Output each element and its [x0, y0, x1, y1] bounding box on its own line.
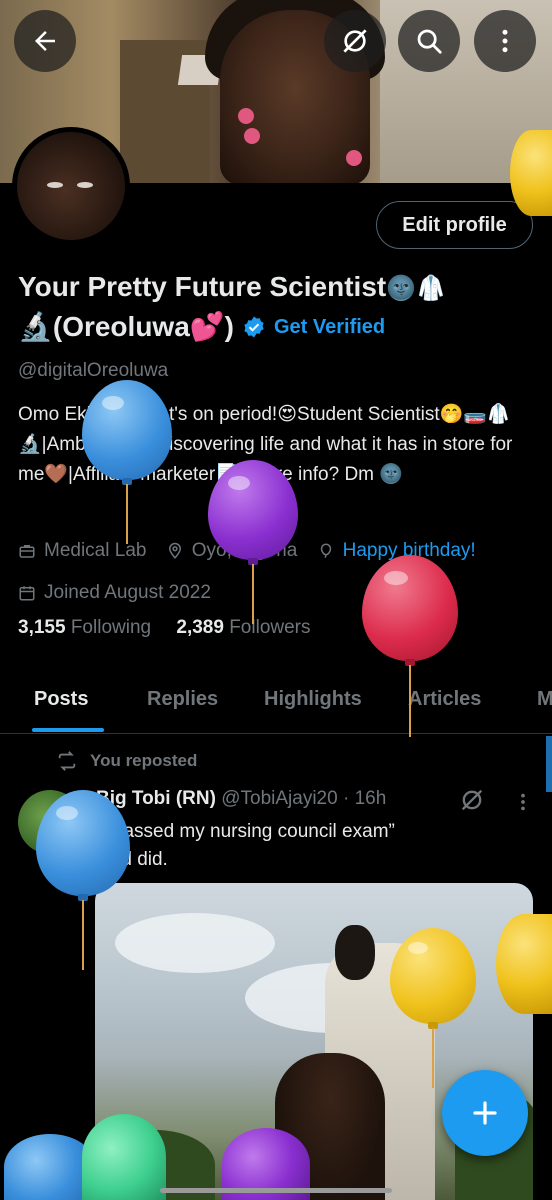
- avatar-photo: [17, 132, 125, 240]
- balloon-body: [362, 555, 458, 661]
- balloon-string: [82, 900, 84, 970]
- balloon-string: [409, 665, 411, 737]
- followers-stat[interactable]: 2,389 Followers: [176, 617, 310, 638]
- scroll-edge: [546, 736, 552, 792]
- balloon-shine: [228, 476, 250, 490]
- repost-indicator: You reposted: [56, 750, 197, 772]
- avatar-eye: [47, 182, 63, 188]
- profession-text: Medical Lab: [44, 540, 147, 561]
- post-text-line: “I passed my nursing council exam”: [96, 821, 395, 842]
- more-vertical-icon: [521, 793, 525, 811]
- post-text: “I passed my nursing council exam” God d…: [96, 818, 516, 874]
- post-text-line: God did.: [96, 849, 168, 870]
- search-button[interactable]: [398, 10, 460, 72]
- slash-circle-icon: [461, 789, 483, 811]
- tab-replies[interactable]: Replies: [147, 688, 218, 711]
- tab-posts[interactable]: Posts: [34, 688, 88, 711]
- display-name: Your Pretty Future Scientist🌚🥼 🔬(Oreoluw…: [18, 268, 518, 346]
- more-button[interactable]: [474, 10, 536, 72]
- following-stat[interactable]: 3,155 Following: [18, 617, 151, 638]
- balloon-body: [208, 460, 298, 560]
- verified-badge-icon: [244, 316, 264, 338]
- compose-button[interactable]: [442, 1070, 528, 1156]
- tab-media[interactable]: M: [537, 688, 552, 711]
- following-count: 3,155: [18, 617, 66, 638]
- more-vertical-icon: [502, 29, 508, 53]
- balloon-string: [432, 1028, 434, 1088]
- followers-count: 2,389: [176, 617, 224, 638]
- profile-handle: @digitalOreoluwa: [18, 360, 169, 381]
- home-indicator[interactable]: [160, 1188, 392, 1193]
- balloon-body: [496, 914, 552, 1014]
- briefcase-icon: [19, 545, 35, 558]
- grok-button[interactable]: [324, 10, 386, 72]
- profile-avatar[interactable]: [12, 127, 130, 245]
- followers-label: Followers: [229, 617, 311, 638]
- post-author-handle[interactable]: @TobiAjayi20: [221, 788, 337, 809]
- get-verified-link[interactable]: Get Verified: [274, 308, 385, 346]
- earring: [244, 128, 260, 144]
- balloon-shine: [408, 942, 428, 954]
- tab-articles[interactable]: Articles: [408, 688, 481, 711]
- balloon-icon: [320, 543, 331, 558]
- balloon-shine: [102, 396, 124, 410]
- balloon-body: [510, 130, 552, 216]
- search-icon: [417, 29, 442, 54]
- joined-text: Joined August 2022: [44, 582, 211, 603]
- balloon-string: [126, 484, 128, 544]
- post-header: Big Tobi (RN) @TobiAjayi20 · 16h: [96, 788, 386, 810]
- back-button[interactable]: [14, 10, 76, 72]
- image-statue-head: [335, 925, 375, 980]
- active-tab-indicator: [32, 728, 104, 732]
- display-name-emoji: 🌚🥼: [386, 275, 446, 302]
- post-grok-button[interactable]: [458, 786, 486, 819]
- post-time: · 16h: [342, 788, 387, 809]
- balloon-body: [82, 1114, 166, 1200]
- post-more-button[interactable]: [512, 790, 534, 819]
- slash-circle-icon: [343, 29, 367, 53]
- repost-icon: [58, 751, 76, 771]
- profile-tabs: Posts Replies Highlights Articles M: [0, 672, 552, 734]
- image-cloud: [115, 913, 275, 973]
- repost-label: You reposted: [90, 751, 198, 770]
- balloon-body: [82, 380, 172, 480]
- earring: [238, 108, 254, 124]
- location-pin-icon: [168, 542, 181, 559]
- edit-profile-button[interactable]: Edit profile: [376, 201, 533, 249]
- tab-highlights[interactable]: Highlights: [264, 688, 362, 711]
- balloon-shine: [384, 571, 408, 585]
- plus-icon: [473, 1101, 497, 1125]
- follow-stats: 3,155 Following 2,389 Followers: [18, 617, 331, 639]
- arrow-left-icon: [35, 31, 55, 51]
- earring: [346, 150, 362, 166]
- balloon-string: [252, 564, 254, 624]
- display-name-suffix: 🔬(Oreoluwa💕): [18, 311, 234, 342]
- display-name-text: Your Pretty Future Scientist: [18, 271, 387, 302]
- balloon-shine: [56, 806, 78, 820]
- balloon-body: [390, 928, 476, 1024]
- balloon-body: [36, 790, 130, 896]
- calendar-icon: [19, 586, 35, 601]
- avatar-eye: [77, 182, 93, 188]
- following-label: Following: [70, 617, 152, 638]
- joined-item: Joined August 2022: [18, 574, 211, 612]
